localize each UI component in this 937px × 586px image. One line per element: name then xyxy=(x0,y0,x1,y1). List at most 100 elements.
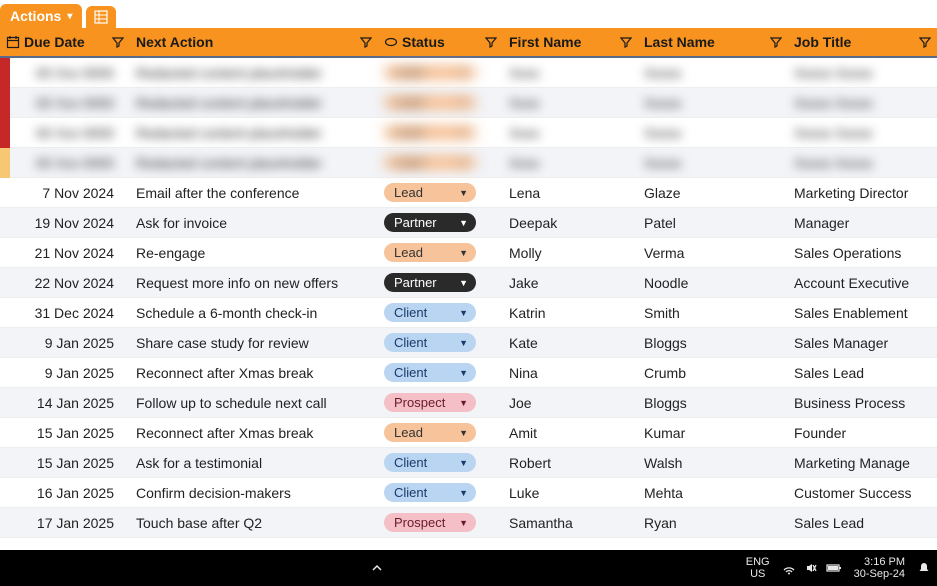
cell-next-action: Touch base after Q2 xyxy=(130,515,378,531)
cell-job-title: Xxxxx Xxxxx xyxy=(788,125,937,141)
filter-icon[interactable] xyxy=(112,36,124,48)
table-row-redacted: 00 Xxx 0000 Redacted content placeholder… xyxy=(0,88,937,118)
cell-next-action: Request more info on new offers xyxy=(130,275,378,291)
header-last-name[interactable]: Last Name xyxy=(638,28,788,56)
table-row[interactable]: 31 Dec 2024 Schedule a 6-month check-in … xyxy=(0,298,937,328)
filter-icon[interactable] xyxy=(360,36,372,48)
table-row[interactable]: 16 Jan 2025 Confirm decision-makers Clie… xyxy=(0,478,937,508)
cell-first-name: Xxxx xyxy=(503,95,638,111)
volume-icon[interactable] xyxy=(804,561,818,575)
cell-due-date: 7 Nov 2024 xyxy=(0,185,130,201)
status-pill[interactable]: Lead▼ xyxy=(384,243,476,262)
status-label: Lead xyxy=(394,155,423,170)
cell-first-name: Jake xyxy=(503,275,638,291)
header-job-title[interactable]: Job Title xyxy=(788,28,937,56)
filter-icon[interactable] xyxy=(919,36,931,48)
cell-next-action: Ask for a testimonial xyxy=(130,455,378,471)
system-tray xyxy=(782,561,842,575)
caret-down-icon: ▼ xyxy=(459,188,468,198)
status-pill[interactable]: Prospect▼ xyxy=(384,513,476,532)
status-label: Lead xyxy=(394,185,423,200)
cell-status: Lead ▼ xyxy=(378,183,503,202)
header-label: Due Date xyxy=(24,34,108,50)
cell-status: Lead▼ xyxy=(378,243,503,262)
cell-first-name: Katrin xyxy=(503,305,638,321)
table-row[interactable]: 14 Jan 2025 Follow up to schedule next c… xyxy=(0,388,937,418)
table-header: Due Date Next Action Status First Name L… xyxy=(0,28,937,58)
cell-last-name: Xxxxx xyxy=(638,65,788,81)
cell-last-name: Noodle xyxy=(638,275,788,291)
caret-down-icon: ▼ xyxy=(459,278,468,288)
status-pill[interactable]: Client▼ xyxy=(384,363,476,382)
filter-icon[interactable] xyxy=(620,36,632,48)
table-row[interactable]: 7 Nov 2024 Email after the conference Le… xyxy=(0,178,937,208)
table-row[interactable]: 17 Jan 2025 Touch base after Q2 Prospect… xyxy=(0,508,937,538)
cell-job-title: Marketing Manage xyxy=(788,455,937,471)
cell-due-date: 14 Jan 2025 xyxy=(0,395,130,411)
status-pill[interactable]: Client▼ xyxy=(384,333,476,352)
status-pill[interactable]: Lead▼ xyxy=(384,153,476,172)
table-row[interactable]: 9 Jan 2025 Reconnect after Xmas break Cl… xyxy=(0,358,937,388)
table-row[interactable]: 22 Nov 2024 Request more info on new off… xyxy=(0,268,937,298)
cell-due-date: 15 Jan 2025 xyxy=(0,425,130,441)
filter-icon[interactable] xyxy=(770,36,782,48)
cell-first-name: Luke xyxy=(503,485,638,501)
status-pill[interactable]: Prospect▼ xyxy=(384,393,476,412)
caret-down-icon: ▼ xyxy=(459,458,468,468)
lang-primary: ENG xyxy=(746,556,770,568)
table-row[interactable]: 19 Nov 2024 Ask for invoice Partner▼ Dee… xyxy=(0,208,937,238)
status-pill[interactable]: Lead▼ xyxy=(384,423,476,442)
table-row[interactable]: 21 Nov 2024 Re-engage Lead▼ Molly Verma … xyxy=(0,238,937,268)
table-row-redacted: 00 Xxx 0000 Redacted content placeholder… xyxy=(0,118,937,148)
cell-next-action: Redacted content placeholder xyxy=(130,125,378,141)
language-indicator[interactable]: ENG US xyxy=(746,556,770,580)
cell-job-title: Sales Lead xyxy=(788,515,937,531)
status-label: Lead xyxy=(394,125,423,140)
cell-job-title: Account Executive xyxy=(788,275,937,291)
cell-last-name: Bloggs xyxy=(638,395,788,411)
cell-due-date: 16 Jan 2025 xyxy=(0,485,130,501)
table-row[interactable]: 9 Jan 2025 Share case study for review C… xyxy=(0,328,937,358)
status-pill[interactable]: Lead ▼ xyxy=(384,123,476,142)
cell-first-name: Joe xyxy=(503,395,638,411)
cell-status: Lead ▼ xyxy=(378,123,503,142)
tab-actions[interactable]: Actions ▾ xyxy=(0,4,82,28)
grid-view-button[interactable] xyxy=(86,6,116,28)
status-label: Client xyxy=(394,485,427,500)
status-pill[interactable]: Lead▼ xyxy=(384,63,476,82)
caret-down-icon: ▼ xyxy=(459,518,468,528)
battery-icon[interactable] xyxy=(826,561,842,575)
status-pill[interactable]: Partner▼ xyxy=(384,273,476,292)
status-pill[interactable]: Client▼ xyxy=(384,453,476,472)
clock[interactable]: 3:16 PM 30-Sep-24 xyxy=(854,556,905,580)
header-status[interactable]: Status xyxy=(378,28,503,56)
cell-due-date: 17 Jan 2025 xyxy=(0,515,130,531)
status-pill[interactable]: Client▼ xyxy=(384,303,476,322)
table-row[interactable]: 15 Jan 2025 Reconnect after Xmas break L… xyxy=(0,418,937,448)
cell-last-name: Xxxxx xyxy=(638,95,788,111)
cell-first-name: Robert xyxy=(503,455,638,471)
status-pill[interactable]: Partner▼ xyxy=(384,213,476,232)
cell-status: Client▼ xyxy=(378,333,503,352)
cell-last-name: Verma xyxy=(638,245,788,261)
notifications-icon[interactable] xyxy=(917,561,931,575)
filter-icon[interactable] xyxy=(485,36,497,48)
header-first-name[interactable]: First Name xyxy=(503,28,638,56)
status-pill[interactable]: Client ▼ xyxy=(384,483,476,502)
taskbar-overflow[interactable] xyxy=(366,557,388,579)
cell-last-name: Glaze xyxy=(638,185,788,201)
cell-job-title: Founder xyxy=(788,425,937,441)
caret-down-icon: ▼ xyxy=(459,428,468,438)
network-icon[interactable] xyxy=(782,561,796,575)
caret-down-icon: ▼ xyxy=(459,488,468,498)
caret-down-icon: ▼ xyxy=(459,128,468,138)
cell-next-action: Confirm decision-makers xyxy=(130,485,378,501)
status-pill[interactable]: Lead▼ xyxy=(384,93,476,112)
status-pill[interactable]: Lead ▼ xyxy=(384,183,476,202)
chevron-down-icon: ▾ xyxy=(67,11,72,22)
cell-next-action: Re-engage xyxy=(130,245,378,261)
header-next-action[interactable]: Next Action xyxy=(130,28,378,56)
cell-first-name: Deepak xyxy=(503,215,638,231)
table-row[interactable]: 15 Jan 2025 Ask for a testimonial Client… xyxy=(0,448,937,478)
header-due-date[interactable]: Due Date xyxy=(0,28,130,56)
